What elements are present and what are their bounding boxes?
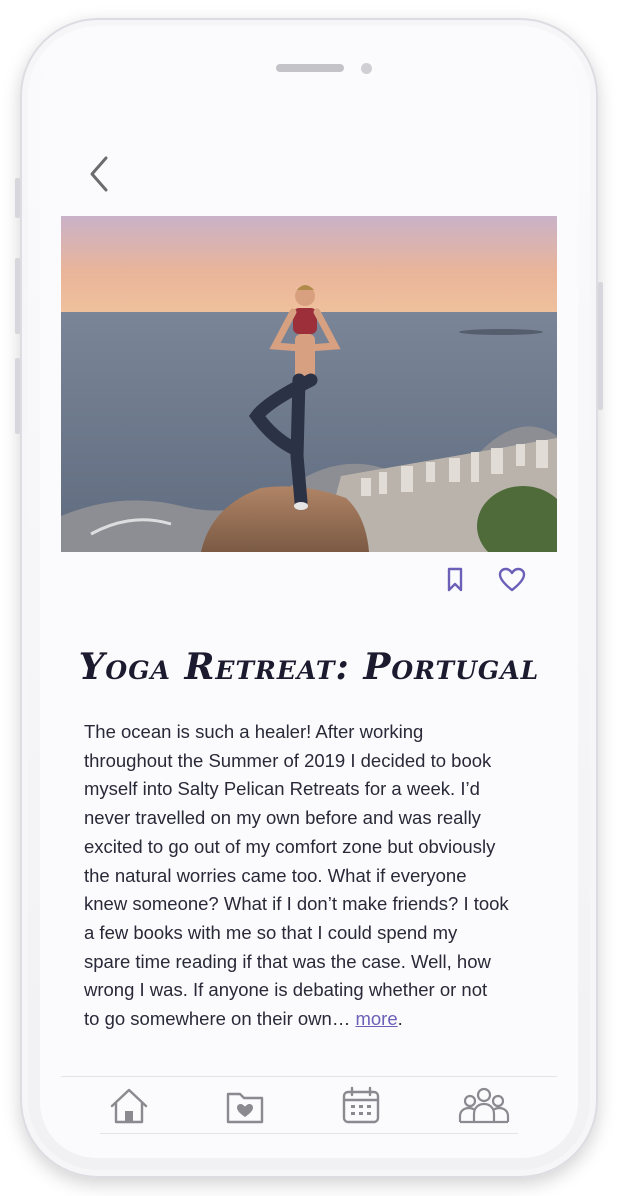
post-body-line: a few books with me so that I could spen… <box>84 921 458 943</box>
more-suffix: . <box>397 1008 403 1030</box>
post-body-line: to go somewhere on their own… <box>84 1008 356 1030</box>
post-body-last-line: to go somewhere on their own… more. <box>84 1005 544 1034</box>
folder-heart-icon <box>226 1092 264 1124</box>
post-body-line: never travelled on my own before and was… <box>84 807 481 829</box>
volume-up-button <box>15 258 20 334</box>
nav-top-divider <box>61 1076 557 1077</box>
power-button <box>598 282 603 410</box>
home-icon <box>110 1088 148 1124</box>
post-body-line: excited to go out of my comfort zone but… <box>84 835 496 857</box>
calendar-icon <box>342 1086 380 1124</box>
volume-down-button <box>15 358 20 434</box>
post-body-line: throughout the Summer of 2019 I decided … <box>84 749 492 771</box>
post-body-line: knew someone? What if I don’t make frien… <box>84 893 509 915</box>
post-body-line: the natural worries came too. What if ev… <box>84 864 467 886</box>
chevron-left-icon <box>90 156 108 192</box>
heart-icon <box>498 567 526 592</box>
post-body-line: wrong I was. If anyone is debating wheth… <box>84 979 488 1001</box>
bookmark-button[interactable] <box>444 566 466 594</box>
nav-home[interactable] <box>104 1084 154 1128</box>
like-button[interactable] <box>497 566 527 594</box>
speaker-grille <box>276 64 344 72</box>
mute-switch <box>15 178 20 218</box>
post-title: Yoga Retreat: Portugal <box>78 646 540 688</box>
nav-community[interactable] <box>456 1084 512 1128</box>
bookmark-icon <box>447 567 463 592</box>
post-body-line: spare time reading if that was the case.… <box>84 950 491 972</box>
back-button[interactable] <box>84 152 116 196</box>
home-indicator-line <box>100 1133 518 1134</box>
post-body-line: The ocean is such a healer! After workin… <box>84 721 424 742</box>
nav-favorites[interactable] <box>220 1084 270 1128</box>
community-icon <box>458 1087 510 1124</box>
post-body: The ocean is such a healer! After workin… <box>84 718 544 1034</box>
hero-illustration <box>61 216 557 552</box>
post-body-line: myself into Salty Pelican Retreats for a… <box>84 778 480 800</box>
hero-photo <box>61 216 557 552</box>
more-link[interactable]: more <box>355 1008 397 1029</box>
nav-calendar[interactable] <box>336 1084 386 1128</box>
front-camera <box>361 63 372 74</box>
